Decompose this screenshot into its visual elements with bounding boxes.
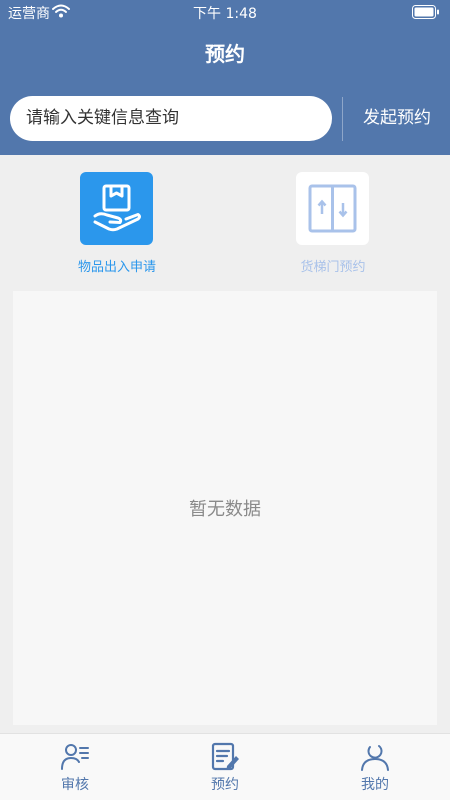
empty-state-text: 暂无数据 — [189, 499, 261, 520]
status-bar: 运营商 下午 1:48 — [0, 0, 450, 24]
start-reservation-button[interactable]: 发起预约 — [352, 96, 442, 141]
header: 运营商 下午 1:48 预约 请输入关键信息查询 发起预约 — [0, 0, 450, 155]
person-list-icon — [60, 742, 90, 772]
divider — [342, 97, 343, 141]
user-icon — [360, 742, 390, 772]
menu-label-goods: 物品出入申请 — [77, 260, 156, 275]
tab-bar: 审核 预约 我的 — [0, 733, 450, 800]
elevator-icon — [296, 172, 369, 245]
tab-label-mine: 我的 — [361, 777, 389, 793]
box-hand-icon — [80, 172, 153, 245]
menu-item-freight-elevator[interactable]: 货梯门预约 — [258, 172, 408, 282]
edit-note-icon — [210, 742, 240, 772]
page-title: 预约 — [205, 42, 245, 66]
content-panel: 暂无数据 — [13, 291, 437, 725]
tab-review[interactable]: 审核 — [0, 734, 150, 800]
battery-icon — [412, 5, 440, 23]
menu-label-elevator: 货梯门预约 — [300, 260, 366, 275]
tab-mine[interactable]: 我的 — [300, 734, 450, 800]
tab-label-reserve: 预约 — [211, 777, 239, 793]
tab-reserve[interactable]: 预约 — [150, 734, 300, 800]
tab-label-review: 审核 — [61, 777, 89, 793]
search-input[interactable]: 请输入关键信息查询 — [10, 96, 332, 141]
menu-item-goods-application[interactable]: 物品出入申请 — [42, 172, 192, 282]
status-time: 下午 1:48 — [193, 6, 257, 22]
